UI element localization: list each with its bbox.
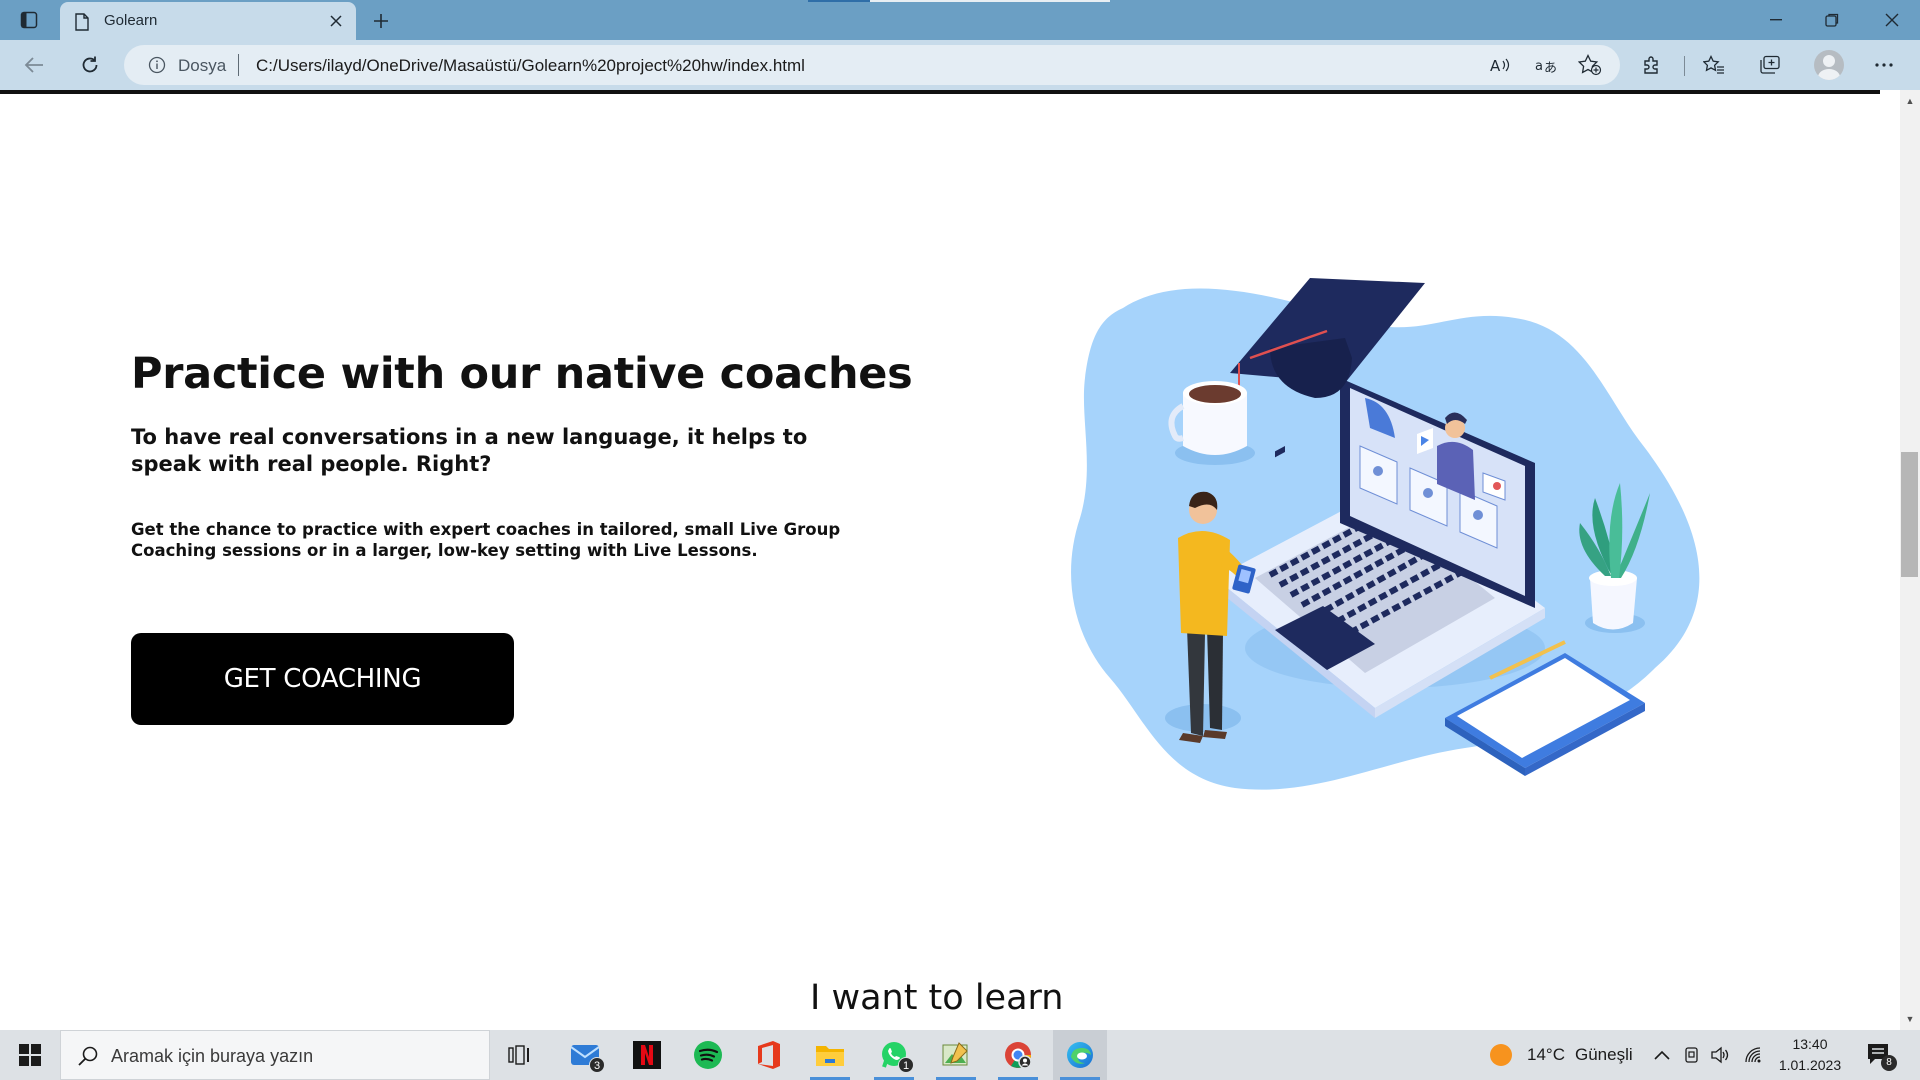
close-icon[interactable]: [326, 11, 346, 31]
notification-center-icon[interactable]: 8: [1866, 1042, 1897, 1071]
scroll-down-icon[interactable]: ▼: [1900, 1010, 1920, 1028]
file-explorer-icon[interactable]: [803, 1030, 857, 1080]
browser-toolbar: Dosya C:/Users/ilayd/OneDrive/Masaüstü/G…: [0, 40, 1920, 90]
more-icon[interactable]: [1868, 49, 1900, 81]
mail-icon[interactable]: 3: [558, 1030, 612, 1080]
windows-start-icon[interactable]: [0, 1030, 60, 1080]
address-url[interactable]: C:/Users/ilayd/OneDrive/Masaüstü/Golearn…: [256, 56, 805, 76]
info-icon[interactable]: [148, 56, 166, 79]
page-icon: [74, 13, 90, 36]
weather-sun-icon[interactable]: [1489, 1043, 1513, 1067]
weather-description[interactable]: Güneşli: [1575, 1045, 1633, 1065]
search-placeholder: Aramak için buraya yazın: [111, 1046, 314, 1066]
svg-text:A: A: [1490, 57, 1501, 75]
learn-section-title: I want to learn: [810, 978, 1064, 1018]
spotify-icon[interactable]: [681, 1030, 735, 1080]
weather-temperature[interactable]: 14°C: [1527, 1045, 1565, 1065]
task-view-icon[interactable]: [492, 1030, 546, 1080]
svg-text:a: a: [1535, 59, 1543, 74]
search-icon: [77, 1045, 99, 1072]
system-clock[interactable]: 13:40 1.01.2023: [1772, 1034, 1848, 1076]
scroll-up-icon[interactable]: ▲: [1900, 92, 1920, 110]
restore-icon[interactable]: [1804, 0, 1860, 40]
tab-strip-indicator: [808, 0, 870, 2]
edge-icon[interactable]: [1053, 1030, 1107, 1080]
add-favorite-icon[interactable]: [1578, 53, 1602, 77]
windows-taskbar: Aramak için buraya yazın 3 1 14°C Güneşl…: [0, 1030, 1920, 1080]
get-coaching-button[interactable]: GET COACHING: [131, 633, 514, 725]
svg-text:あ: あ: [1544, 61, 1557, 75]
profile-avatar[interactable]: [1814, 50, 1844, 80]
favorites-icon[interactable]: [1698, 49, 1730, 81]
translate-icon[interactable]: aあ: [1534, 53, 1558, 77]
toolbar-divider: [1684, 56, 1685, 76]
hero-subheading: To have real conversations in a new lang…: [131, 425, 808, 476]
whatsapp-icon[interactable]: 1: [867, 1030, 921, 1080]
page-title: Practice with our native coaches: [131, 349, 913, 399]
scroll-thumb[interactable]: [1901, 452, 1918, 577]
page-top-border: [0, 90, 1880, 94]
plus-icon[interactable]: [368, 8, 394, 34]
online-learning-illustration: [1071, 278, 1700, 790]
window-close-icon[interactable]: [1864, 0, 1920, 40]
tab-strip-indicator-track: [870, 0, 1110, 2]
address-bar[interactable]: Dosya C:/Users/ilayd/OneDrive/Masaüstü/G…: [124, 45, 1620, 85]
address-scheme: Dosya: [178, 56, 227, 75]
refresh-icon[interactable]: [74, 49, 106, 81]
clock-date: 1.01.2023: [1778, 1057, 1842, 1073]
volume-icon[interactable]: [1708, 1043, 1732, 1067]
netflix-icon[interactable]: [620, 1030, 674, 1080]
notification-badge: 8: [1881, 1055, 1897, 1071]
hero-description: Get the chance to practice with expert c…: [131, 520, 841, 560]
extensions-icon[interactable]: [1636, 49, 1668, 81]
taskbar-search[interactable]: Aramak için buraya yazın: [60, 1030, 490, 1080]
collections-icon[interactable]: [1754, 49, 1786, 81]
read-aloud-icon[interactable]: A: [1488, 53, 1512, 77]
wifi-icon[interactable]: [1742, 1043, 1766, 1067]
chrome-icon[interactable]: [991, 1030, 1045, 1080]
minimize-icon[interactable]: [1748, 0, 1804, 40]
image-viewer-icon[interactable]: [929, 1030, 983, 1080]
chevron-up-icon[interactable]: [1650, 1043, 1674, 1067]
office-icon[interactable]: [742, 1030, 796, 1080]
back-arrow-icon[interactable]: [18, 49, 50, 81]
device-icon[interactable]: [1680, 1043, 1704, 1067]
tab-title: Golearn: [104, 12, 158, 29]
mail-badge: 3: [589, 1057, 605, 1073]
tab-actions-icon[interactable]: [18, 9, 40, 31]
browser-titlebar: Golearn: [0, 0, 1920, 40]
address-separator: [238, 54, 239, 76]
whatsapp-badge: 1: [898, 1057, 914, 1073]
clock-time: 13:40: [1792, 1036, 1828, 1052]
browser-tab[interactable]: Golearn: [60, 2, 356, 40]
